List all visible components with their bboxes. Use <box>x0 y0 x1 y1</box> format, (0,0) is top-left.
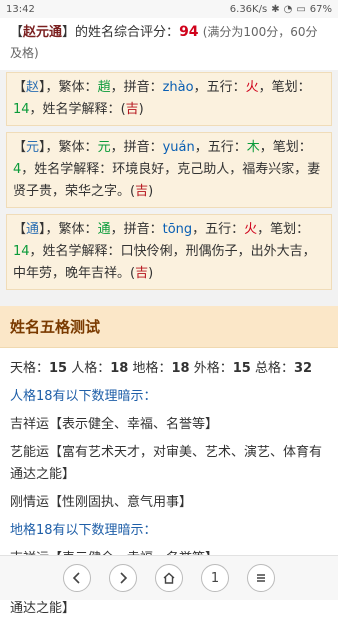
wuge-summary: 天格：15 人格：18 地格：18 外格：15 总格：32 <box>10 358 328 380</box>
char-analysis-3: 【通】，繁体：通，拼音：tōng，五行：火，笔划：14，姓名学解释：口快伶俐，刑… <box>6 214 332 290</box>
pinyin-label: ，拼音： <box>110 80 163 95</box>
wuxing-label: ，五行： <box>193 80 246 95</box>
trad-label: ，繁体： <box>45 222 98 237</box>
expl-label: ，姓名学解释： <box>29 102 121 117</box>
paren: ) <box>138 102 144 117</box>
char: 元 <box>26 140 40 155</box>
strokes-label: ，笔划： <box>257 222 310 237</box>
char: 赵 <box>26 80 40 95</box>
section-title: 姓名五格测试 <box>0 306 338 348</box>
luck: 吉 <box>125 102 139 117</box>
status-right: 6.36K/s ✱ ◔ ▭ 67% <box>230 4 332 15</box>
network-speed: 6.36K/s <box>229 3 268 15</box>
menu-icon <box>257 574 265 582</box>
score-value: 94 <box>179 24 199 40</box>
bottom-navigation: 1 <box>0 555 338 600</box>
zong-value: 32 <box>294 361 313 376</box>
chevron-right-icon <box>120 572 128 584</box>
battery-icon: ▭ <box>296 3 306 15</box>
trad-char: 趙 <box>97 80 111 95</box>
wifi-icon: ◔ <box>283 3 293 15</box>
strokes: 14 <box>13 102 30 117</box>
chevron-left-icon <box>72 572 80 584</box>
expl-label: ，姓名学解释： <box>21 162 113 177</box>
paren: ) <box>148 266 154 281</box>
renge-item: 刚情运【性刚固执、意气用事】 <box>10 495 193 510</box>
wuxing-label: ，五行： <box>194 140 247 155</box>
trad-label: ，繁体： <box>45 140 98 155</box>
luck: 吉 <box>135 266 149 281</box>
wai-label: 外格： <box>193 361 233 376</box>
status-bar: 13:42 6.36K/s ✱ ◔ ▭ 67% <box>0 0 338 18</box>
forward-button[interactable] <box>109 564 137 592</box>
bluetooth-icon: ✱ <box>271 3 280 15</box>
pinyin-label: ，拼音： <box>110 140 163 155</box>
renge-item: 吉祥运【表示健全、幸福、名誉等】 <box>10 417 219 432</box>
luck: 吉 <box>135 184 149 199</box>
pinyin-label: ，拼音： <box>110 222 163 237</box>
pinyin: yuán <box>162 140 195 155</box>
wai-value: 15 <box>232 361 251 376</box>
status-time: 13:42 <box>6 3 35 15</box>
pinyin: tōng <box>162 222 193 237</box>
full-name: 赵元通 <box>23 25 63 40</box>
tabs-button[interactable]: 1 <box>201 564 229 592</box>
dige-heading: 地格18有以下数理暗示： <box>10 523 157 538</box>
pinyin: zhào <box>162 80 194 95</box>
score-label: 的姓名综合评分： <box>75 25 180 40</box>
bracket: 【 <box>13 140 27 155</box>
wuxing: 火 <box>245 80 259 95</box>
menu-button[interactable] <box>247 564 275 592</box>
renge-heading: 人格18有以下数理暗示： <box>10 389 157 404</box>
home-icon <box>163 572 175 584</box>
battery-level: 67% <box>309 3 332 15</box>
spacer <box>0 296 338 306</box>
home-button[interactable] <box>155 564 183 592</box>
back-button[interactable] <box>63 564 91 592</box>
name-score: 【赵元通】的姓名综合评分：94 (满分为100分，60分及格) <box>0 18 338 70</box>
char: 通 <box>26 222 40 237</box>
wuxing: 火 <box>244 222 258 237</box>
char-analysis-2: 【元】，繁体：元，拼音：yuán，五行：木，笔划：4，姓名学解释：环境良好，克己… <box>6 132 332 208</box>
bracket: 【 <box>13 80 27 95</box>
di-label: 地格： <box>132 361 172 376</box>
ren-value: 18 <box>110 361 129 376</box>
paren: ) <box>148 184 154 199</box>
renge-item: 艺能运【富有艺术天才，对审美、艺术、演艺、体育有通达之能】 <box>10 445 323 482</box>
tian-label: 天格： <box>10 361 50 376</box>
bracket-open: 【 <box>10 25 24 40</box>
trad-label: ，繁体： <box>45 80 98 95</box>
trad-char: 元 <box>97 140 111 155</box>
zong-label: 总格： <box>255 361 295 376</box>
tian-value: 15 <box>49 361 68 376</box>
strokes-label: ，笔划： <box>259 140 312 155</box>
bracket: 【 <box>13 222 27 237</box>
strokes-label: ，笔划： <box>258 80 311 95</box>
char-analysis-1: 【赵】，繁体：趙，拼音：zhào，五行：火，笔划：14，姓名学解释：(吉) <box>6 72 332 126</box>
ren-label: 人格： <box>71 361 111 376</box>
trad-char: 通 <box>97 222 111 237</box>
expl-label: ，姓名学解释： <box>29 244 121 259</box>
strokes: 14 <box>13 244 30 259</box>
bracket-close: 】 <box>62 25 76 40</box>
wuxing-label: ，五行： <box>192 222 245 237</box>
wuxing: 木 <box>246 140 260 155</box>
di-value: 18 <box>171 361 190 376</box>
